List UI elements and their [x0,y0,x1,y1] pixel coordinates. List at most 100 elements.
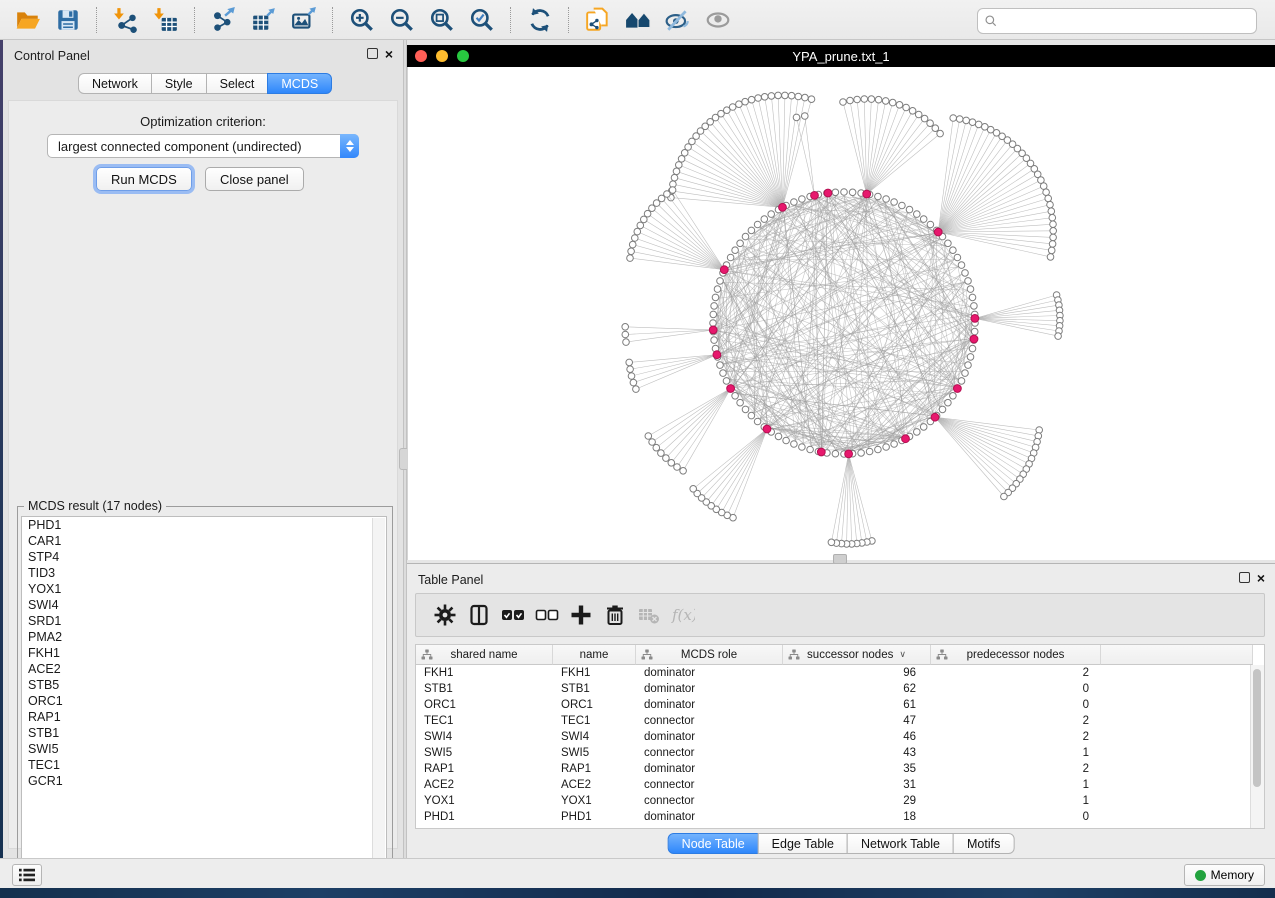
graph-node[interactable] [663,455,670,462]
graph-node[interactable] [927,120,934,127]
cell-name[interactable]: STB1 [553,681,636,697]
cell-successor-nodes[interactable]: 62 [783,681,931,697]
graph-node[interactable] [945,240,952,247]
graph-node[interactable] [729,104,736,111]
graph-node[interactable] [802,113,809,120]
table-row[interactable]: YOX1YOX1connector291 [416,793,1264,809]
mcds-result-item[interactable]: TID3 [22,565,386,581]
mcds-result-item[interactable]: ACE2 [22,661,386,677]
cell-mcds-role[interactable]: connector [636,745,783,761]
graph-node[interactable] [674,464,681,471]
network-canvas[interactable] [407,67,1275,560]
mcds-result-item[interactable]: YOX1 [22,581,386,597]
cell-mcds-role[interactable]: connector [636,793,783,809]
graph-node[interactable] [626,359,633,366]
graph-node[interactable] [668,460,675,467]
cell-mcds-role[interactable]: connector [636,777,783,793]
graph-node[interactable] [628,248,635,255]
graph-node[interactable] [737,399,744,406]
mcds-result-item[interactable]: SWI4 [22,597,386,613]
graph-node[interactable] [847,97,854,104]
run-mcds-button[interactable]: Run MCDS [96,167,192,191]
search-input[interactable] [1004,10,1256,32]
graph-node[interactable] [965,278,972,285]
graph-node[interactable] [875,96,882,103]
graph-node[interactable] [791,441,798,448]
cell-mcds-role[interactable]: dominator [636,761,783,777]
graph-node[interactable] [958,262,965,269]
save-icon[interactable] [50,4,86,36]
export-table-icon[interactable] [246,4,282,36]
tab-motifs[interactable]: Motifs [953,833,1014,854]
graph-node[interactable] [899,202,906,209]
cell-mcds-role[interactable]: dominator [636,681,783,697]
graph-node[interactable] [711,337,718,344]
graph-node[interactable] [630,379,637,386]
graph-node[interactable] [795,93,802,100]
graph-node[interactable] [950,393,957,400]
graph-node[interactable] [633,386,640,393]
graph-node[interactable] [963,117,970,124]
cell-predecessor-nodes[interactable]: 0 [931,809,1101,825]
cell-successor-nodes[interactable]: 31 [783,777,931,793]
graph-node[interactable] [954,254,961,261]
cell-shared-name[interactable]: YOX1 [416,793,553,809]
cell-predecessor-nodes[interactable]: 2 [931,729,1101,745]
mcds-result-item[interactable]: GCR1 [22,773,386,789]
graph-node[interactable] [840,99,847,106]
cell-successor-nodes[interactable]: 96 [783,665,931,681]
graph-node[interactable] [858,450,865,457]
graph-node[interactable] [832,189,839,196]
show-columns-icon[interactable] [462,598,496,632]
graph-node[interactable] [799,196,806,203]
graph-node[interactable] [748,227,755,234]
graph-node[interactable] [915,111,922,118]
zoom-fit-icon[interactable] [424,4,460,36]
graph-node[interactable] [736,101,743,108]
graph-node[interactable] [768,93,775,100]
graph-node[interactable] [727,254,734,261]
graph-node[interactable] [802,94,809,101]
graph-node[interactable] [761,216,768,223]
graph-node[interactable] [653,444,660,451]
mcds-result-item[interactable]: STP4 [22,549,386,565]
graph-node[interactable] [754,418,761,425]
graph-node[interactable] [832,450,839,457]
graph-node[interactable] [950,247,957,254]
network-titlebar[interactable]: YPA_prune.txt_1 [407,45,1275,67]
select-all-icon[interactable] [496,598,530,632]
graph-node[interactable] [717,278,724,285]
close-panel-icon[interactable]: × [385,49,393,59]
mcds-result-item[interactable]: RAP1 [22,709,386,725]
export-image-icon[interactable] [286,4,322,36]
graph-node-dominator[interactable] [763,425,771,433]
graph-node[interactable] [903,104,910,111]
graph-node[interactable] [1047,201,1054,208]
graph-node[interactable] [623,339,630,346]
cell-shared-name[interactable]: FKH1 [416,665,553,681]
cell-name[interactable]: SWI4 [553,729,636,745]
graph-node[interactable] [742,406,749,413]
cell-successor-nodes[interactable]: 47 [783,713,931,729]
graph-node[interactable] [969,119,976,126]
graph-node[interactable] [622,324,629,331]
graph-node[interactable] [671,174,678,181]
table-scrollbar-thumb[interactable] [1253,669,1261,787]
graph-node[interactable] [658,450,665,457]
table-row[interactable]: ORC1ORC1dominator610 [416,697,1264,713]
graph-node[interactable] [754,221,761,228]
graph-node[interactable] [1045,195,1052,202]
table-row[interactable]: TEC1TEC1connector472 [416,713,1264,729]
graph-node[interactable] [737,240,744,247]
cell-name[interactable]: PHD1 [553,809,636,825]
graph-node[interactable] [676,162,683,169]
graph-node[interactable] [969,345,976,352]
show-all-icon[interactable] [700,4,736,36]
graph-node[interactable] [768,211,775,218]
mcds-result-item[interactable]: ORC1 [22,693,386,709]
cell-mcds-role[interactable]: dominator [636,729,783,745]
cell-successor-nodes[interactable]: 61 [783,697,931,713]
graph-node[interactable] [965,362,972,369]
cell-shared-name[interactable]: PHD1 [416,809,553,825]
graph-node[interactable] [967,354,974,361]
